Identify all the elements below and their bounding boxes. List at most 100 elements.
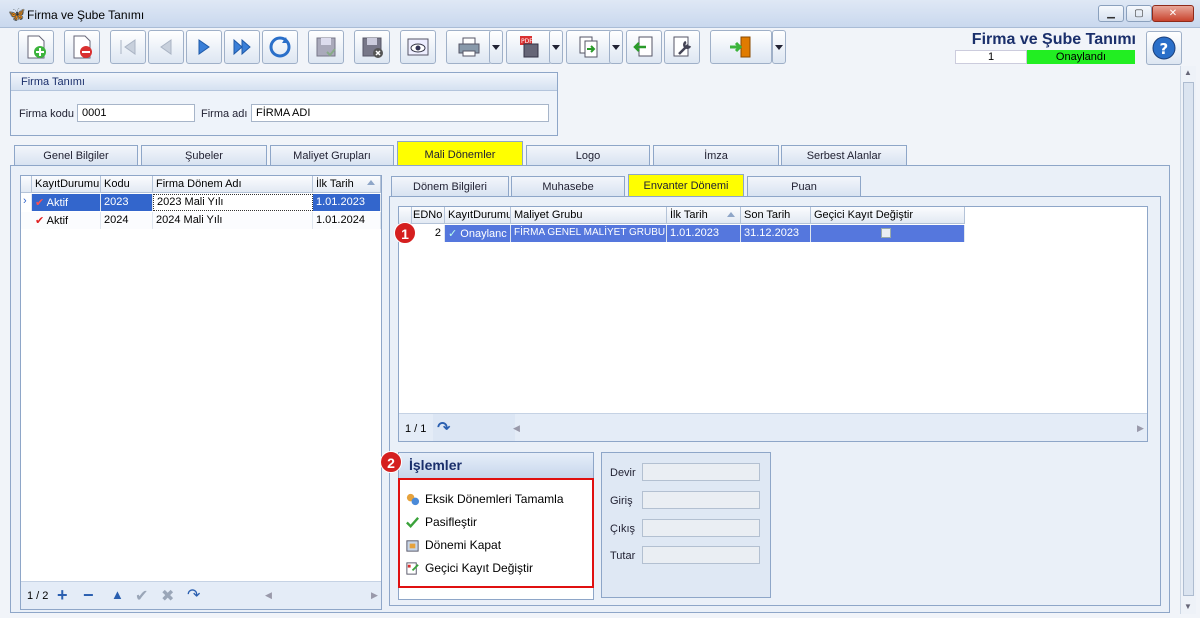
chevron-down-icon bbox=[492, 45, 500, 50]
column-header[interactable]: Kodu bbox=[101, 176, 153, 193]
tab-puan[interactable]: Puan bbox=[747, 176, 861, 196]
confirm-icon[interactable]: ✔ bbox=[135, 586, 148, 606]
move-up-icon[interactable]: ▲ bbox=[111, 587, 124, 602]
tab-envanter-donemi[interactable]: Envanter Dönemi bbox=[628, 174, 744, 197]
next-arrow-icon bbox=[198, 39, 210, 55]
column-header[interactable]: Firma Dönem Adı bbox=[153, 176, 313, 193]
floppy-check-icon bbox=[316, 37, 336, 57]
gecici-kayit-checkbox[interactable] bbox=[881, 228, 891, 238]
sort-asc-icon bbox=[727, 212, 735, 217]
minimize-button[interactable]: ▁ bbox=[1098, 5, 1124, 22]
edno-cell: 2 bbox=[412, 225, 445, 242]
highlight-frame bbox=[398, 478, 594, 588]
scroll-right-icon[interactable]: ▶ bbox=[1137, 423, 1144, 434]
tutar-label: Tutar bbox=[610, 550, 636, 562]
row-pointer-icon: › bbox=[21, 194, 32, 211]
cancel-save-button[interactable] bbox=[354, 30, 390, 64]
exit-button[interactable] bbox=[710, 30, 772, 64]
tab-subeler[interactable]: Şubeler bbox=[141, 145, 267, 165]
scroll-down-icon[interactable]: ▼ bbox=[1184, 602, 1192, 611]
column-header[interactable]: Son Tarih bbox=[741, 207, 811, 224]
scroll-left-icon[interactable]: ◀ bbox=[265, 590, 272, 601]
ilk-tarih-cell: 1.01.2023 bbox=[313, 194, 381, 211]
pdf-export-button[interactable]: PDF bbox=[506, 30, 552, 64]
column-header[interactable]: KayıtDurumu bbox=[445, 207, 511, 224]
pdf-save-icon: PDF bbox=[520, 36, 539, 58]
tab-imza[interactable]: İmza bbox=[653, 145, 779, 165]
chevron-down-icon bbox=[612, 45, 620, 50]
pager-text: 1 / 1 bbox=[405, 423, 427, 435]
table-row[interactable]: ✔ Aktif 2024 2024 Mali Yılı 1.01.2024 bbox=[21, 212, 381, 229]
firma-kodu-label: Firma kodu bbox=[19, 108, 75, 120]
column-header[interactable]: Maliyet Grubu bbox=[511, 207, 667, 224]
refresh-button[interactable] bbox=[262, 30, 298, 64]
svg-text:?: ? bbox=[1160, 40, 1169, 58]
cikis-field bbox=[642, 519, 760, 537]
devir-panel: Devir Giriş Çıkış Tutar bbox=[601, 452, 771, 598]
column-header[interactable]: KayıtDurumu bbox=[32, 176, 101, 193]
tutar-field bbox=[642, 546, 760, 564]
export-button[interactable] bbox=[566, 30, 612, 64]
last-record-button[interactable] bbox=[224, 30, 260, 64]
check-icon: ✓ bbox=[448, 228, 458, 240]
status-badge: Onaylandı bbox=[1027, 50, 1135, 64]
new-record-button[interactable] bbox=[18, 30, 54, 64]
print-button[interactable] bbox=[446, 30, 492, 64]
close-button[interactable]: ✕ bbox=[1152, 5, 1194, 22]
delete-record-button[interactable] bbox=[64, 30, 100, 64]
first-record-button[interactable] bbox=[110, 30, 146, 64]
maximize-button[interactable]: ▢ bbox=[1126, 5, 1152, 22]
previous-arrow-icon bbox=[160, 39, 172, 55]
tools-button[interactable] bbox=[664, 30, 700, 64]
column-header[interactable]: Geçici Kayıt Değiştir bbox=[811, 207, 965, 224]
print-dropdown-button[interactable] bbox=[489, 30, 503, 64]
pager-text: 1 / 2 bbox=[27, 590, 49, 602]
delete-document-icon bbox=[73, 35, 92, 59]
tab-donem-bilgileri[interactable]: Dönem Bilgileri bbox=[391, 176, 509, 196]
save-button[interactable] bbox=[308, 30, 344, 64]
tab-genel-bilgiler[interactable]: Genel Bilgiler bbox=[14, 145, 138, 165]
floppy-cancel-icon bbox=[362, 37, 383, 58]
table-row[interactable]: 2 ✓ Onaylanc FİRMA GENEL MALİYET GRUBU 1… bbox=[399, 225, 965, 243]
previous-record-button[interactable] bbox=[148, 30, 184, 64]
question-icon: ? bbox=[1152, 36, 1176, 60]
last-arrow-icon bbox=[233, 38, 251, 56]
refresh-icon[interactable]: ↷ bbox=[437, 418, 450, 438]
tab-muhasebe[interactable]: Muhasebe bbox=[511, 176, 625, 196]
remove-row-icon[interactable]: − bbox=[83, 585, 94, 606]
cancel-icon[interactable]: ✖ bbox=[161, 586, 174, 606]
pdf-dropdown-button[interactable] bbox=[549, 30, 563, 64]
preview-eye-icon bbox=[407, 38, 429, 56]
first-arrow-icon bbox=[120, 39, 136, 55]
firma-adi-input[interactable]: FİRMA ADI bbox=[251, 104, 549, 122]
sort-asc-icon bbox=[367, 180, 375, 185]
preview-button[interactable] bbox=[400, 30, 436, 64]
tab-mali-donemler[interactable]: Mali Dönemler bbox=[397, 141, 523, 166]
firma-group-title: Firma Tanımı bbox=[11, 73, 557, 91]
table-row[interactable]: › ✔ Aktif 2023 2023 Mali Yılı 1.01.2023 bbox=[21, 194, 381, 211]
scroll-right-icon[interactable]: ▶ bbox=[371, 590, 378, 601]
add-row-icon[interactable]: + bbox=[57, 585, 68, 606]
export-dropdown-button[interactable] bbox=[609, 30, 623, 64]
firma-kodu-input[interactable]: 0001 bbox=[77, 104, 195, 122]
scrollbar-thumb[interactable] bbox=[1183, 82, 1194, 596]
import-button[interactable] bbox=[626, 30, 662, 64]
check-icon: ✔ bbox=[35, 215, 45, 227]
tab-logo[interactable]: Logo bbox=[526, 145, 650, 165]
exit-dropdown-button[interactable] bbox=[772, 30, 786, 64]
gecici-kayit-cell bbox=[811, 225, 965, 242]
left-grid-navigator: 1 / 2 + − ▲ ✔ ✖ ↷ ◀ ▶ bbox=[21, 581, 381, 609]
tab-serbest-alanlar[interactable]: Serbest Alanlar bbox=[781, 145, 907, 165]
export-documents-icon bbox=[579, 36, 598, 58]
cikis-label: Çıkış bbox=[610, 523, 636, 535]
scroll-left-icon[interactable]: ◀ bbox=[513, 423, 520, 434]
next-record-button[interactable] bbox=[186, 30, 222, 64]
tab-maliyet-gruplari[interactable]: Maliyet Grupları bbox=[270, 145, 394, 165]
donem-adi-cell: 2023 Mali Yılı bbox=[153, 194, 313, 211]
refresh-icon[interactable]: ↷ bbox=[187, 585, 200, 605]
help-button[interactable]: ? bbox=[1146, 31, 1182, 65]
scroll-up-icon[interactable]: ▲ bbox=[1184, 68, 1192, 77]
vertical-scrollbar[interactable]: ▲ ▼ bbox=[1180, 66, 1196, 614]
wrench-document-icon bbox=[673, 36, 692, 57]
column-header[interactable]: EDNo bbox=[412, 207, 445, 224]
